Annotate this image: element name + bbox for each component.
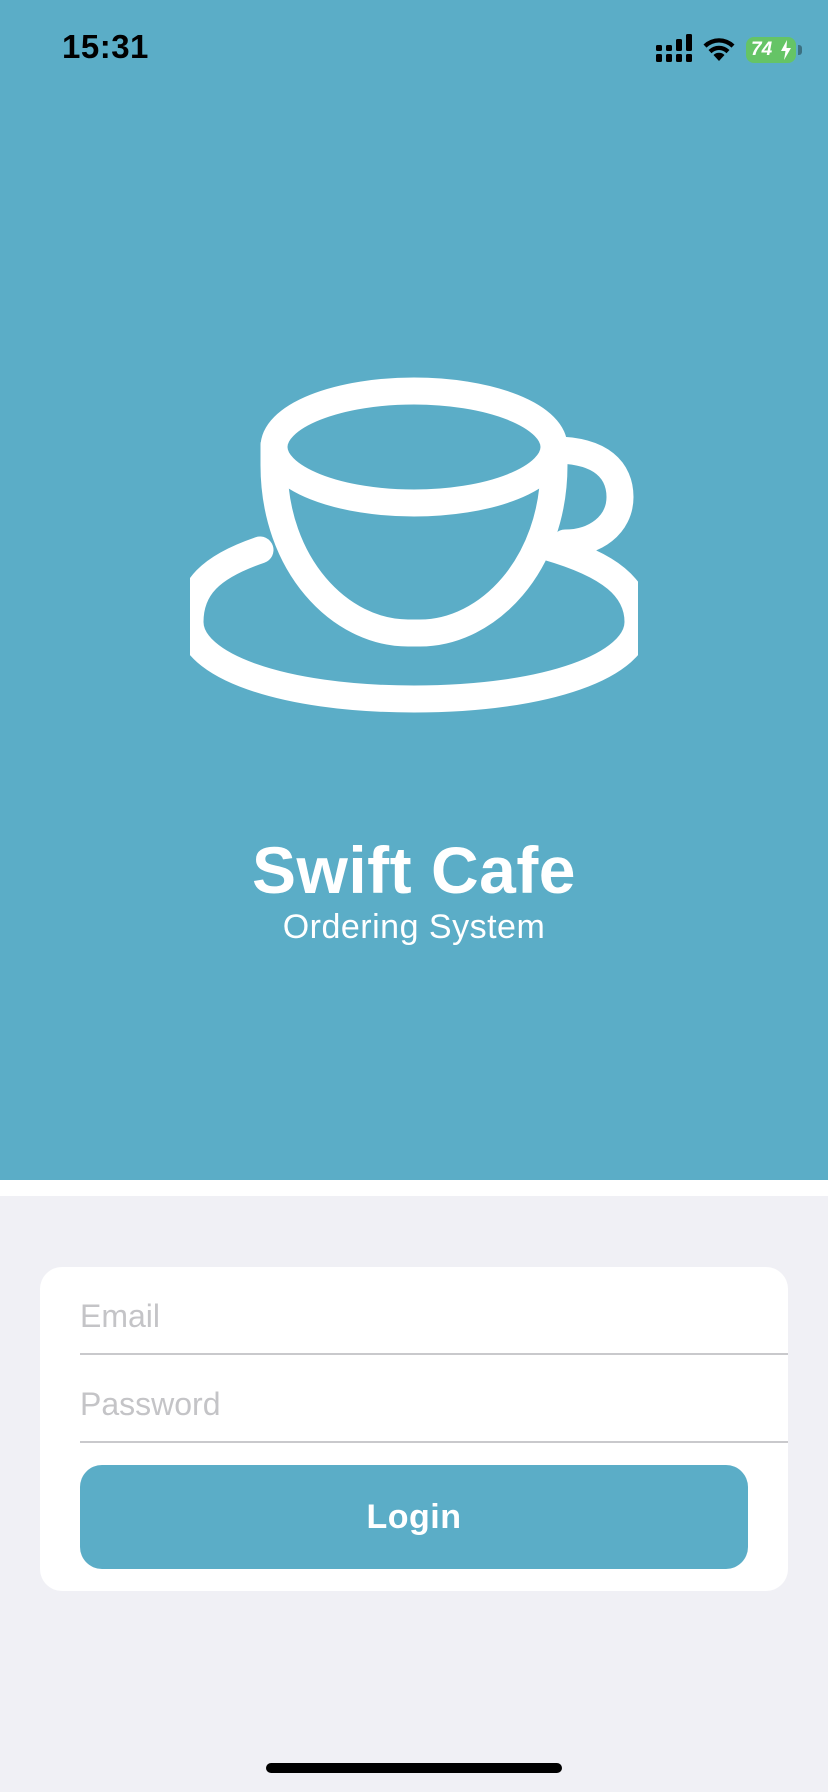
- field-divider: [80, 1353, 788, 1355]
- battery-level: 74: [751, 39, 773, 60]
- email-field[interactable]: [80, 1273, 788, 1359]
- battery-charging-icon: 74: [746, 37, 802, 63]
- section-divider: [0, 1180, 828, 1196]
- app-subtitle: Ordering System: [282, 908, 546, 946]
- status-time: 15:31: [62, 28, 149, 65]
- coffee-cup-icon: [190, 377, 638, 713]
- hero-banner: 15:31 74 Swift Cafe Ordering System: [0, 0, 828, 1180]
- home-indicator[interactable]: [266, 1763, 562, 1773]
- password-field[interactable]: [80, 1361, 788, 1447]
- app-title: Swift Cafe: [251, 833, 577, 907]
- login-screen: 15:31 74 Swift Cafe Ordering System Emai…: [0, 0, 828, 1792]
- wifi-icon: [702, 35, 736, 66]
- login-button[interactable]: Login: [80, 1465, 748, 1569]
- status-icons: 74: [656, 33, 802, 67]
- field-divider: [80, 1441, 788, 1443]
- status-bar: 15:31 74: [0, 0, 828, 100]
- login-form-card: Login: [40, 1267, 788, 1591]
- cellular-signal-icon: [656, 33, 692, 67]
